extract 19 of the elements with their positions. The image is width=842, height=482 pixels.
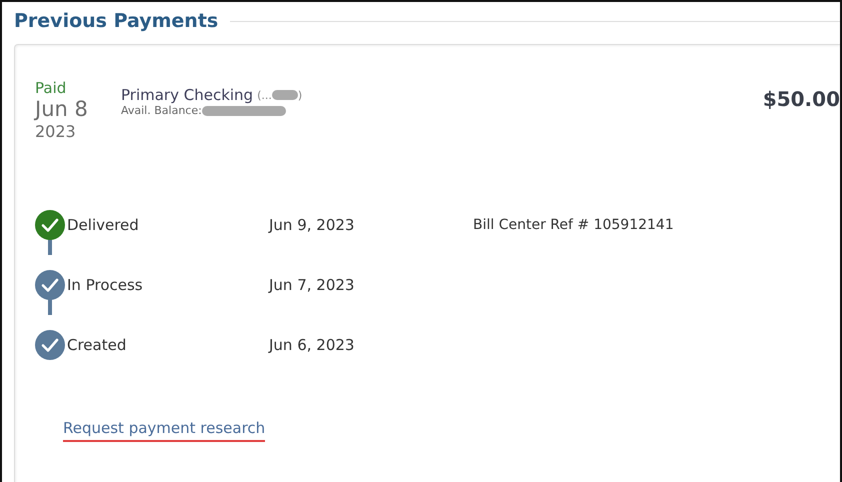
step-label: In Process	[67, 276, 144, 294]
research-link[interactable]: Request payment research	[63, 419, 266, 442]
step-date: Jun 6, 2023	[269, 336, 356, 354]
account-mask-open: (...	[257, 88, 272, 102]
step-label: Delivered	[67, 216, 140, 234]
reference-number: Bill Center Ref # 105912141	[473, 217, 675, 233]
payment-status: Paid	[35, 79, 68, 97]
account-name: Primary Checking	[121, 86, 254, 104]
payment-date: Jun 8	[35, 97, 89, 121]
step-label: Created	[67, 336, 128, 354]
account-mask-close: )	[298, 88, 302, 102]
payment-amount: $50.00	[762, 87, 840, 111]
redaction-icon	[272, 90, 298, 100]
redaction-icon	[202, 106, 286, 116]
payment-year: 2023	[35, 121, 77, 143]
balance-label: Avail. Balance:	[121, 104, 202, 117]
step-date: Jun 9, 2023	[269, 216, 356, 234]
section-title: Previous Payments	[14, 10, 218, 32]
step-date: Jun 7, 2023	[269, 276, 356, 294]
